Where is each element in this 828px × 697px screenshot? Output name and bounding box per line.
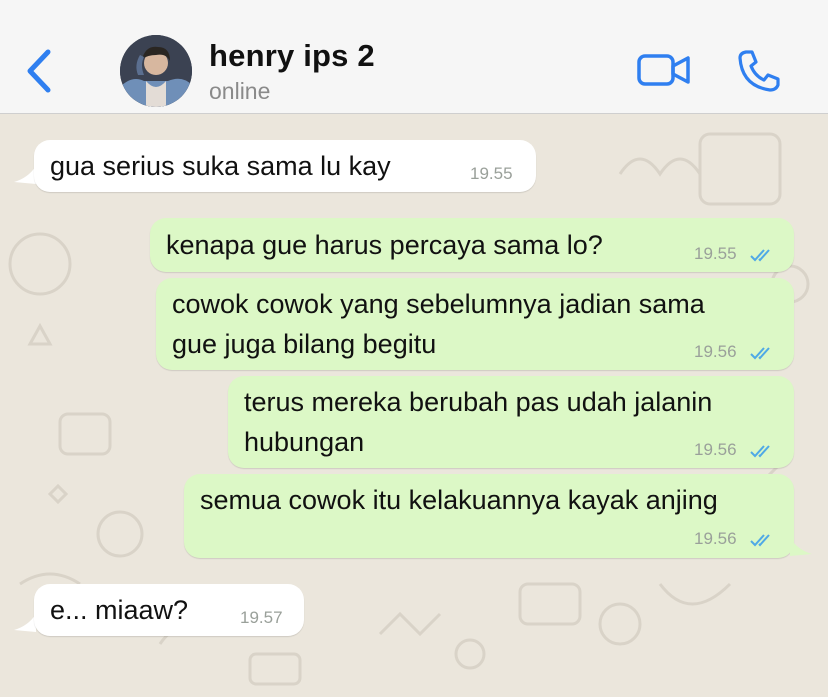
message-text-line-2: gue juga bilang begitu <box>172 329 437 359</box>
avatar-image <box>120 35 192 107</box>
back-button[interactable] <box>22 48 56 94</box>
message-time: 19.55 <box>470 164 513 183</box>
read-receipt-icon <box>750 249 770 262</box>
video-camera-icon <box>637 54 690 86</box>
video-call-button[interactable] <box>636 50 692 90</box>
message-text-line-2: hubungan <box>244 427 365 457</box>
message-bubble-outgoing[interactable]: cowok cowok yang sebelumnya jadian sama … <box>156 278 794 370</box>
avatar[interactable] <box>120 35 192 107</box>
bubble-tail <box>14 614 36 632</box>
voice-call-button[interactable] <box>736 48 782 94</box>
message-text: gua serius suka sama lu kay <box>50 151 391 181</box>
phone-icon <box>738 50 780 92</box>
contact-status: online <box>209 78 271 104</box>
contact-name[interactable]: henry ips 2 <box>209 38 375 74</box>
message-text: kenapa gue harus percaya sama lo? <box>166 230 603 260</box>
message-time: 19.55 <box>694 244 737 263</box>
message-time: 19.56 <box>694 440 737 459</box>
read-receipt-icon <box>750 534 770 547</box>
chevron-left-icon <box>27 49 51 93</box>
read-receipt-icon <box>750 445 770 458</box>
message-list[interactable]: gua serius suka sama lu kay 19.55 kenapa… <box>0 114 828 697</box>
message-time: 19.56 <box>694 342 737 361</box>
message-bubble-outgoing[interactable]: semua cowok itu kelakuannya kayak anjing… <box>184 474 794 558</box>
bubble-tail <box>14 166 36 184</box>
message-bubble-outgoing[interactable]: terus mereka berubah pas udah jalanin hu… <box>228 376 794 468</box>
read-receipt-icon <box>750 347 770 360</box>
message-time: 19.56 <box>694 529 737 548</box>
message-bubble-outgoing[interactable]: kenapa gue harus percaya sama lo? 19.55 <box>150 218 794 272</box>
message-text: semua cowok itu kelakuannya kayak anjing <box>200 485 718 515</box>
chat-header: henry ips 2 online <box>0 0 828 114</box>
message-time: 19.57 <box>240 608 283 627</box>
message-bubble-incoming[interactable]: gua serius suka sama lu kay 19.55 <box>34 140 536 192</box>
message-text-line-1: terus mereka berubah pas udah jalanin <box>244 387 713 417</box>
message-text-line-1: cowok cowok yang sebelumnya jadian sama <box>172 289 705 319</box>
bubble-tail <box>790 538 812 556</box>
message-bubble-incoming[interactable]: e... miaaw? 19.57 <box>34 584 304 636</box>
message-text: e... miaaw? <box>50 595 189 625</box>
